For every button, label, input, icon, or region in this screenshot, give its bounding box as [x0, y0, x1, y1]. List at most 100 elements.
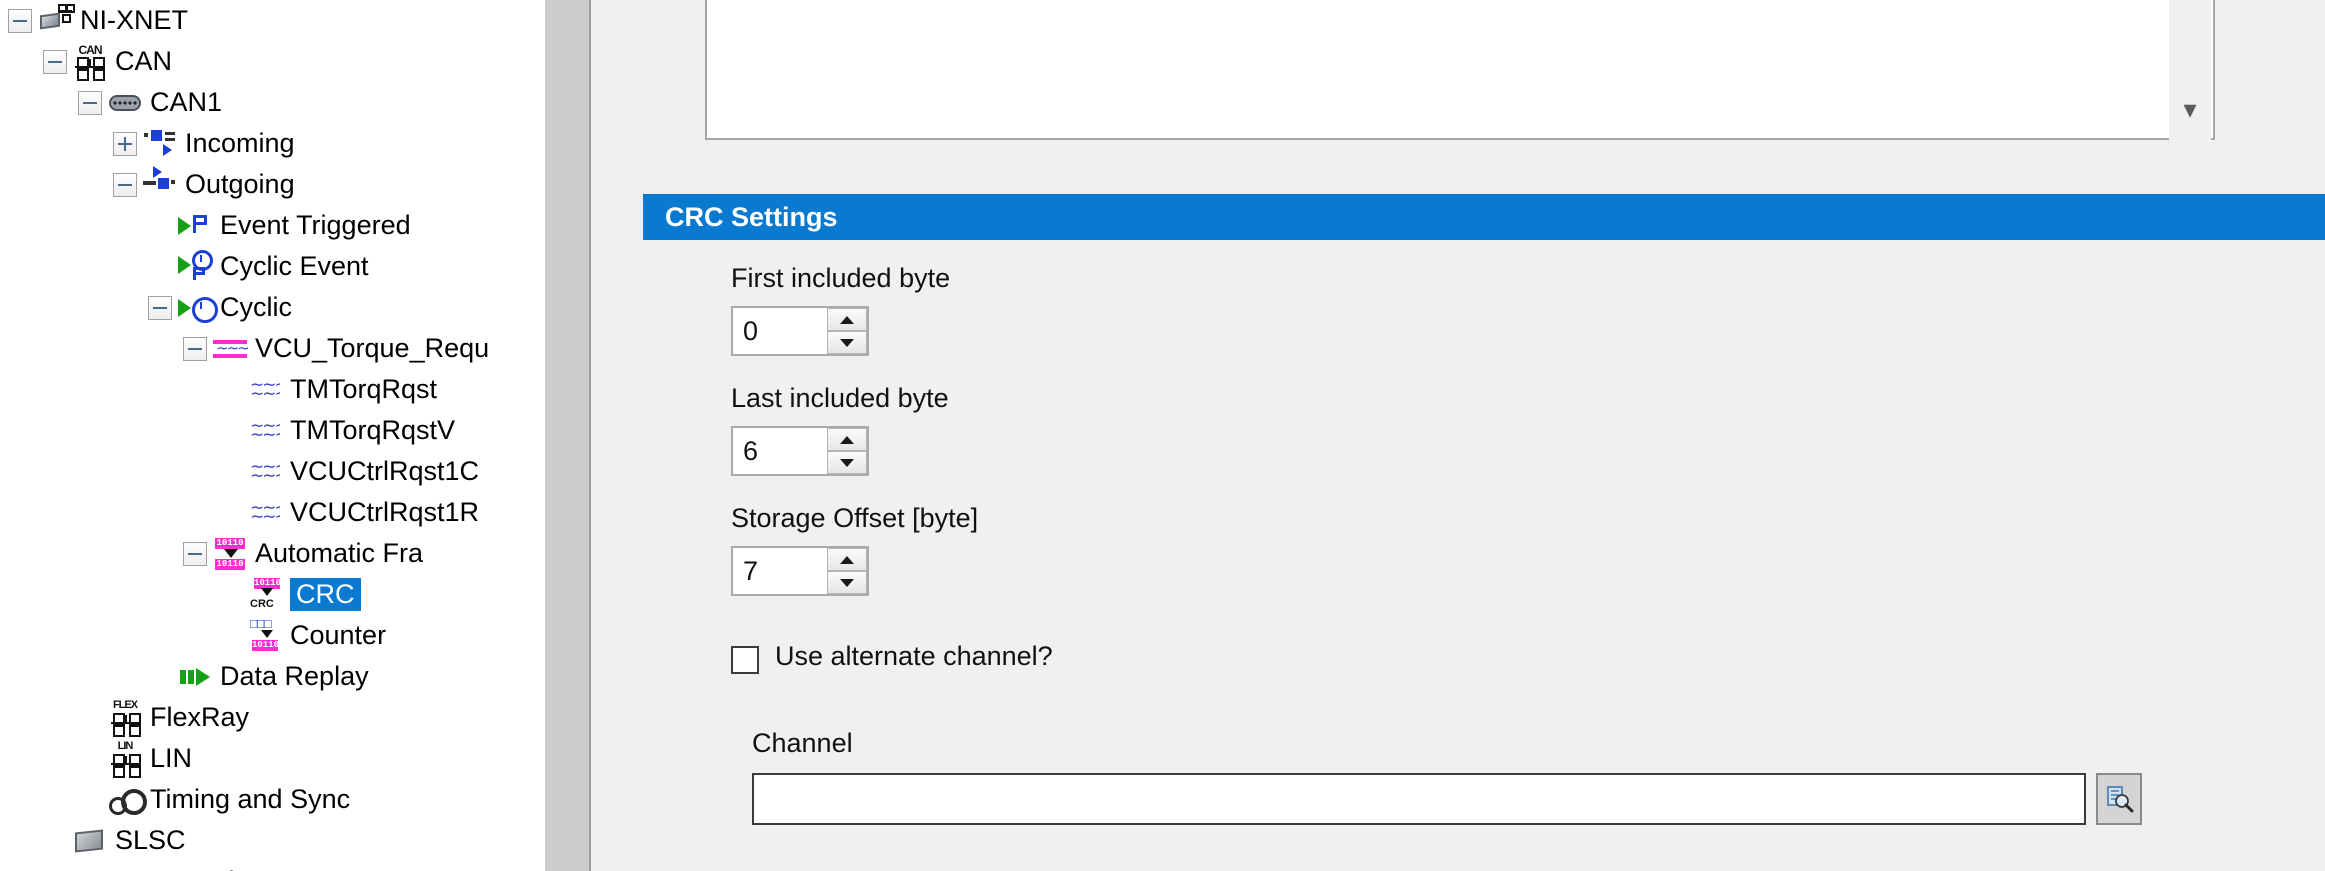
tree-collapse-toggle[interactable]: [148, 295, 172, 320]
tree-item-label: TMTorqRqst: [290, 374, 438, 404]
crc-settings-header: CRC Settings: [643, 194, 2325, 240]
tree-item-vcuctrlrqst1c[interactable]: ∼∼∼∼∼∼ VCUCtrlRqst1C: [0, 451, 545, 492]
storage-offset-stepper[interactable]: 7: [731, 546, 869, 596]
lin-icon: LIN: [108, 740, 142, 778]
configuration-tree-panel[interactable]: NI-XNET CAN CAN CAN1 Incoming Outgoing Event T…: [0, 0, 545, 871]
tree-collapse-toggle[interactable]: [78, 90, 102, 115]
spin-down-icon[interactable]: [827, 571, 867, 594]
tree-item-data-replay[interactable]: Data Replay: [0, 656, 545, 697]
tree-item-label: Event Triggered: [220, 210, 411, 240]
browse-file-icon: [2107, 786, 2134, 813]
tree-item-tmtorqrqst[interactable]: ∼∼∼∼∼∼ TMTorqRqst: [0, 369, 545, 410]
tree-item-vcu-torque-requ[interactable]: ∼∼∼ VCU_Torque_Requ: [0, 328, 545, 369]
tree-item-outgoing[interactable]: Outgoing: [0, 164, 545, 205]
tree-item-label: Cyclic Event: [220, 251, 369, 281]
tree-item-cyclic[interactable]: Cyclic: [0, 287, 545, 328]
data-replay-icon: [178, 660, 212, 694]
tree-toggle-spacer: [148, 214, 172, 238]
tree-item-label: TMTorqRqstV: [290, 415, 456, 445]
tree-item-event-triggered[interactable]: Event Triggered: [0, 205, 545, 246]
last-included-byte-spin-buttons[interactable]: [827, 428, 867, 474]
crc-settings-title: CRC Settings: [665, 201, 838, 232]
last-included-byte-value[interactable]: 6: [733, 436, 827, 467]
tree-item-crc[interactable]: 10110 CRC CRC: [0, 574, 545, 615]
tree-item-label: CRC: [290, 578, 361, 611]
properties-panel: ▾ CRC Settings First included byte 0 Las…: [595, 0, 2325, 871]
tree-toggle-spacer: [218, 460, 242, 484]
tree-toggle-spacer: [218, 583, 242, 607]
tree-item-tmtorqrqstv[interactable]: ∼∼∼∼∼∼ TMTorqRqstV: [0, 410, 545, 451]
app-window: NI-XNET CAN CAN CAN1 Incoming Outgoing Event T…: [0, 0, 2325, 871]
tree-item-incoming[interactable]: Incoming: [0, 123, 545, 164]
tree-item-label: Cyclic: [220, 292, 292, 322]
tree-toggle-spacer: [43, 829, 67, 853]
chevron-down-icon[interactable]: ▾: [2169, 96, 2211, 122]
tree-item-label: Custom Devices: [80, 866, 277, 871]
tree-collapse-toggle[interactable]: [183, 336, 207, 361]
spin-down-icon[interactable]: [827, 451, 867, 474]
outgoing-frames-icon: [143, 165, 177, 202]
cyclic-event-icon: [178, 249, 213, 284]
spin-down-icon[interactable]: [827, 331, 867, 354]
spin-up-icon[interactable]: [827, 428, 867, 451]
tree-item-label: Outgoing: [185, 169, 295, 199]
channel-input[interactable]: [752, 773, 2086, 825]
tree-collapse-toggle[interactable]: [183, 541, 207, 566]
can-cluster-icon: CAN: [73, 43, 107, 81]
storage-offset-value[interactable]: 7: [733, 556, 827, 587]
tree-item-automatic-fra[interactable]: 10110 10110 Automatic Fra: [0, 533, 545, 574]
automatic-frame-icon: 10110 10110: [215, 537, 245, 570]
tree-item-label: Incoming: [185, 128, 295, 158]
tree-toggle-spacer: [78, 747, 102, 771]
tree-toggle-spacer: [78, 788, 102, 812]
storage-offset-label: Storage Offset [byte]: [731, 503, 979, 533]
counter-icon: □□□ 10110: [250, 616, 280, 651]
crc-icon: 10110 CRC: [250, 577, 282, 610]
tree-toggle-spacer: [218, 501, 242, 525]
tree-rows: NI-XNET CAN CAN CAN1 Incoming Outgoing Event T…: [0, 0, 545, 871]
description-textarea[interactable]: ▾: [705, 0, 2215, 140]
last-included-byte-stepper[interactable]: 6: [731, 426, 869, 476]
tree-item-flexray[interactable]: FLEX FlexRay: [0, 697, 545, 738]
event-triggered-icon: [178, 209, 212, 243]
tree-expand-toggle[interactable]: [113, 131, 137, 156]
tree-item-label: NI-XNET: [80, 5, 188, 35]
signal-icon: ∼∼∼∼∼∼: [250, 502, 280, 523]
flexray-icon: FLEX: [108, 699, 142, 737]
tree-collapse-toggle[interactable]: [113, 172, 137, 197]
first-included-byte-stepper[interactable]: 0: [731, 306, 869, 356]
first-included-byte-spin-buttons[interactable]: [827, 308, 867, 354]
tree-item-cyclic-event[interactable]: Cyclic Event: [0, 246, 545, 287]
tree-item-ni-xnet[interactable]: NI-XNET: [0, 0, 545, 41]
spin-up-icon[interactable]: [827, 308, 867, 331]
tree-item-label: VCUCtrlRqst1C: [290, 456, 480, 486]
tree-item-custom-devices[interactable]: Custom Devices: [0, 861, 545, 871]
spin-up-icon[interactable]: [827, 548, 867, 571]
tree-item-timing-and-sync[interactable]: Timing and Sync: [0, 779, 545, 820]
tree-item-lin[interactable]: LIN LIN: [0, 738, 545, 779]
tree-item-counter[interactable]: □□□ 10110 Counter: [0, 615, 545, 656]
tree-item-slsc[interactable]: SLSC: [0, 820, 545, 861]
browse-button[interactable]: [2096, 773, 2142, 825]
tree-item-label: FlexRay: [150, 702, 250, 732]
panel-splitter[interactable]: [545, 0, 589, 871]
tree-toggle-spacer: [148, 665, 172, 689]
tree-item-vcuctrlrqst1r[interactable]: ∼∼∼∼∼∼ VCUCtrlRqst1R: [0, 492, 545, 533]
tree-toggle-spacer: [218, 419, 242, 443]
storage-offset-spin-buttons[interactable]: [827, 548, 867, 594]
tree-collapse-toggle[interactable]: [43, 49, 67, 74]
tree-item-can[interactable]: CAN CAN: [0, 41, 545, 82]
tree-item-label: LIN: [150, 743, 193, 773]
use-alternate-channel-checkbox[interactable]: [731, 646, 759, 674]
tree-item-label: CAN1: [150, 87, 223, 117]
tree-item-label: SLSC: [115, 825, 186, 855]
description-scrollbar[interactable]: ▾: [2169, 0, 2211, 140]
tree-item-can1[interactable]: CAN1: [0, 82, 545, 123]
cyclic-icon: [178, 291, 218, 325]
tree-collapse-toggle[interactable]: [8, 8, 32, 33]
tree-item-label: VCU_Torque_Requ: [255, 333, 490, 363]
first-included-byte-value[interactable]: 0: [733, 316, 827, 347]
tree-toggle-spacer: [218, 624, 242, 648]
signal-icon: ∼∼∼∼∼∼: [250, 461, 280, 482]
tree-item-label: Counter: [290, 620, 387, 650]
